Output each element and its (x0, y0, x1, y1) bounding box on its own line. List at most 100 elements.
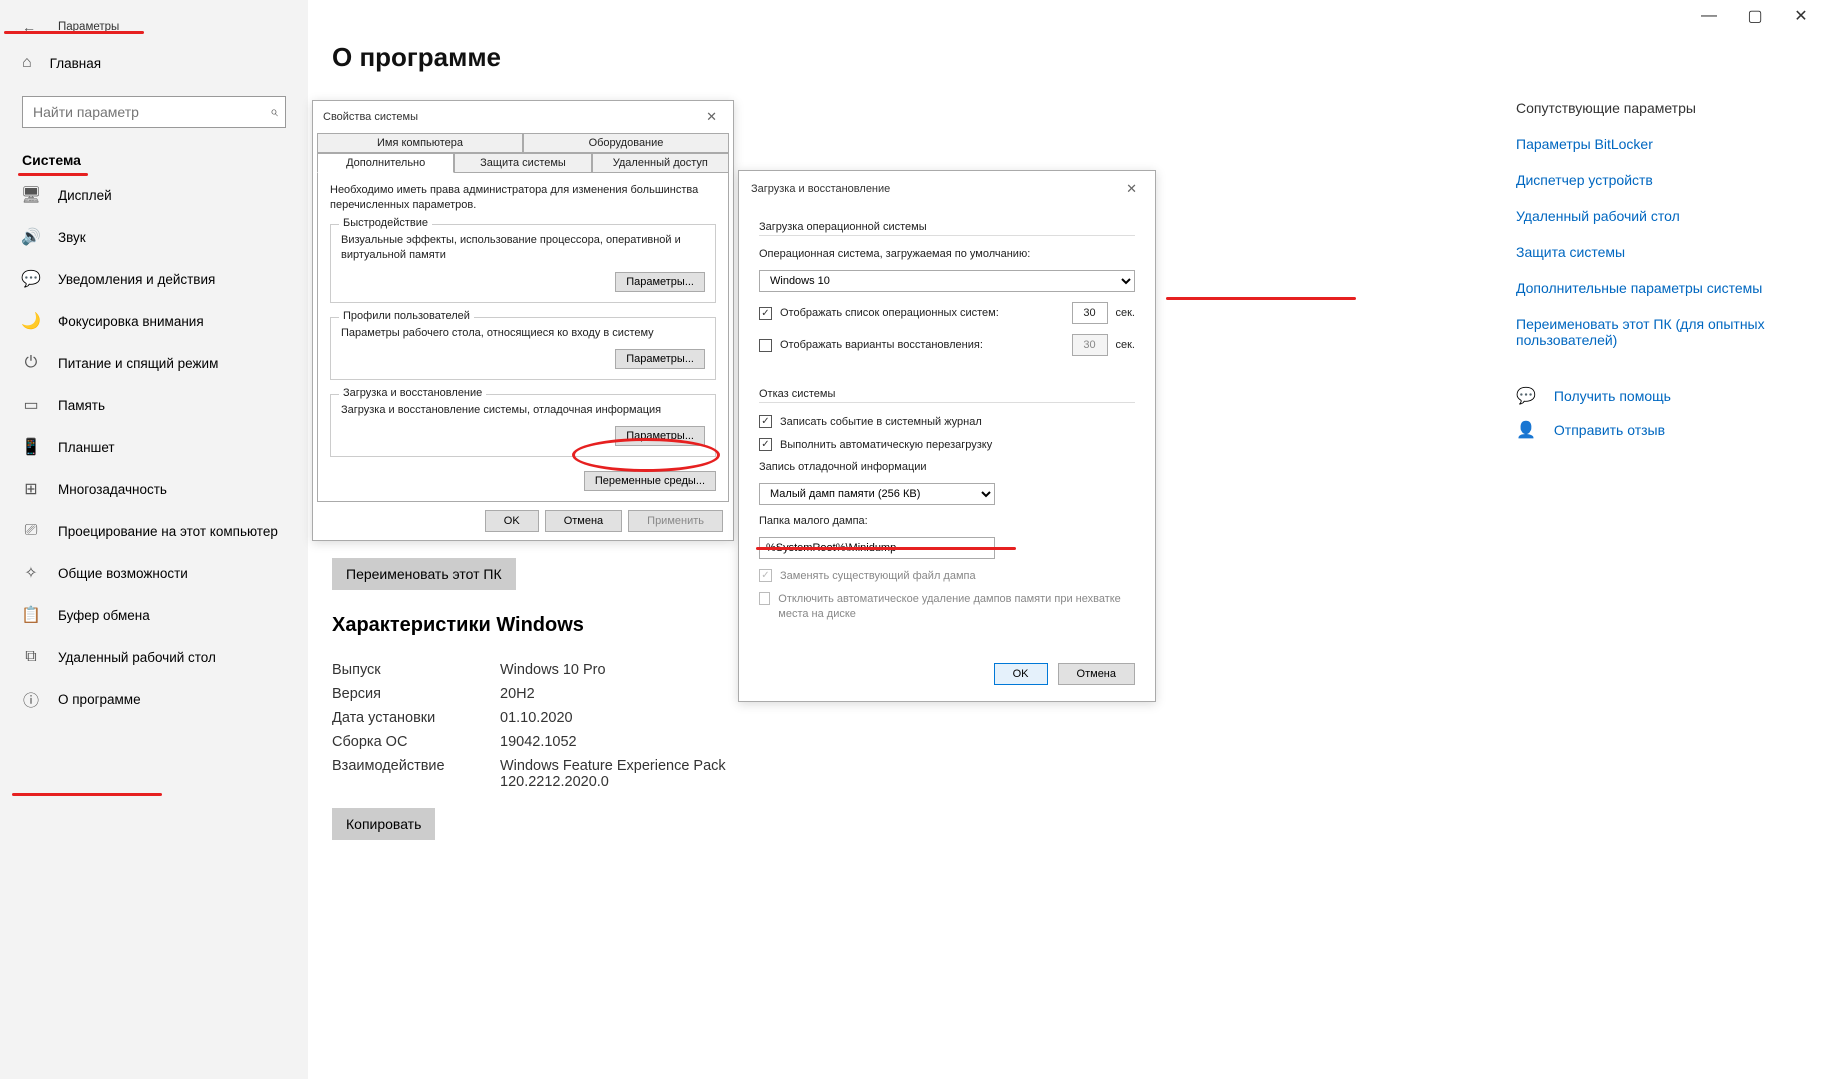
feedback-link[interactable]: 👤Отправить отзыв (1516, 420, 1766, 440)
specs-value: Windows Feature Experience Pack 120.2212… (500, 758, 760, 790)
related-link-5[interactable]: Переименовать этот ПК (для опытных польз… (1516, 316, 1766, 348)
sysprop-close-icon[interactable]: ✕ (700, 107, 723, 127)
disable-auto-delete-checkbox (759, 592, 770, 605)
show-os-list-checkbox[interactable]: ✓ (759, 307, 772, 320)
sidebar-item-12[interactable]: ⓘО программе (0, 678, 308, 720)
related-title: Сопутствующие параметры (1516, 100, 1766, 116)
sidebar-item-8[interactable]: ⎚Проецирование на этот компьютер (0, 510, 308, 552)
get-help-link[interactable]: 💬Получить помощь (1516, 386, 1766, 406)
sidebar-item-label: Буфер обмена (58, 608, 150, 623)
annotation-underline-system (18, 173, 88, 176)
sidebar-icon: ⧉ (22, 648, 40, 666)
boot-ok-button[interactable]: OK (994, 663, 1048, 685)
env-vars-button[interactable]: Переменные среды... (584, 471, 716, 491)
sysprop-titlebar[interactable]: Свойства системы ✕ (313, 101, 733, 133)
boot-section1: Загрузка операционной системы (759, 221, 1135, 236)
boot-recovery-dialog: Загрузка и восстановление ✕ Загрузка опе… (738, 170, 1156, 702)
dump-folder-label: Папка малого дампа: (759, 515, 1135, 527)
specs-row: Сборка ОС19042.1052 (332, 730, 760, 754)
performance-settings-button[interactable]: Параметры... (615, 272, 705, 292)
sidebar-item-10[interactable]: 📋Буфер обмена (0, 594, 308, 636)
system-properties-dialog: Свойства системы ✕ Имя компьютера Оборуд… (312, 100, 734, 541)
annotation-underline-dump-select (756, 547, 1016, 550)
help-icon: 💬 (1516, 386, 1536, 406)
startup-recovery-settings-button[interactable]: Параметры... (615, 426, 705, 446)
related-link-0[interactable]: Параметры BitLocker (1516, 136, 1766, 152)
sidebar-section: Система (0, 142, 308, 174)
sidebar-icon: 📱 (22, 438, 40, 456)
specs-value: Windows 10 Pro (500, 662, 606, 678)
sysprop-apply-button[interactable]: Применить (628, 510, 723, 532)
page-title: О программе (332, 42, 1800, 73)
rename-pc-button[interactable]: Переименовать этот ПК (332, 558, 516, 590)
sidebar-item-5[interactable]: ▭Память (0, 384, 308, 426)
tab-remote[interactable]: Удаленный доступ (592, 153, 729, 173)
sidebar-item-label: Общие возможности (58, 566, 188, 581)
boot-section2: Отказ системы (759, 388, 1135, 403)
auto-restart-checkbox[interactable]: ✓ (759, 438, 772, 451)
sidebar-item-4[interactable]: ⏻Питание и спящий режим (0, 342, 308, 384)
sidebar-item-6[interactable]: 📱 Планшет (0, 426, 308, 468)
sidebar-item-7[interactable]: ⊞Многозадачность (0, 468, 308, 510)
sidebar-item-label: Планшет (58, 440, 115, 455)
specs-heading: Характеристики Windows (332, 614, 584, 637)
sidebar-icon: ⏻ (22, 354, 40, 372)
debug-info-select[interactable]: Малый дамп памяти (256 КВ) (759, 483, 995, 505)
sidebar-item-3[interactable]: 🌙Фокусировка внимания (0, 300, 308, 342)
sidebar-item-9[interactable]: ✧ Общие возможности (0, 552, 308, 594)
related-link-3[interactable]: Защита системы (1516, 244, 1766, 260)
specs-table: ВыпускWindows 10 ProВерсия20H2Дата устан… (332, 658, 760, 794)
sidebar-home[interactable]: ⌂ Главная (0, 36, 308, 86)
boot-footer: OK Отмена (739, 647, 1155, 701)
copy-button[interactable]: Копировать (332, 808, 435, 840)
related-link-1[interactable]: Диспетчер устройств (1516, 172, 1766, 188)
boot-close-icon[interactable]: ✕ (1120, 179, 1143, 199)
sidebar-item-label: Фокусировка внимания (58, 314, 204, 329)
specs-key: Дата установки (332, 710, 500, 726)
show-recovery-checkbox[interactable] (759, 339, 772, 352)
sidebar-item-label: Звук (58, 230, 86, 245)
default-os-select[interactable]: Windows 10 (759, 270, 1135, 292)
tab-advanced[interactable]: Дополнительно (317, 153, 454, 173)
startup-recovery-fieldset: Загрузка и восстановление Загрузка и вос… (330, 394, 716, 457)
user-profiles-fieldset: Профили пользователей Параметры рабочего… (330, 317, 716, 380)
sysprop-tabs-row2: Дополнительно Защита системы Удаленный д… (317, 153, 729, 173)
annotation-underline-settings (4, 31, 144, 34)
tab-system-protection[interactable]: Защита системы (454, 153, 591, 173)
sysprop-body: Необходимо иметь права администратора дл… (317, 173, 729, 502)
specs-row: ВыпускWindows 10 Pro (332, 658, 760, 682)
sidebar-icon: ✧ (22, 564, 40, 582)
specs-row: ВзаимодействиеWindows Feature Experience… (332, 754, 760, 794)
specs-value: 19042.1052 (500, 734, 577, 750)
annotation-underline-adv-params (1166, 297, 1356, 300)
boot-titlebar[interactable]: Загрузка и восстановление ✕ (739, 171, 1155, 207)
specs-row: Дата установки01.10.2020 (332, 706, 760, 730)
sysprop-ok-button[interactable]: OK (485, 510, 539, 532)
debug-info-label: Запись отладочной информации (759, 461, 1135, 473)
boot-cancel-button[interactable]: Отмена (1058, 663, 1135, 685)
tab-hardware[interactable]: Оборудование (523, 133, 729, 153)
tab-computer-name[interactable]: Имя компьютера (317, 133, 523, 153)
sidebar-item-2[interactable]: 💬Уведомления и действия (0, 258, 308, 300)
sidebar-icon: 🔊 (22, 228, 40, 246)
search-input[interactable] (22, 96, 286, 128)
sysprop-cancel-button[interactable]: Отмена (545, 510, 622, 532)
os-list-timeout-spinner[interactable]: 30 (1072, 302, 1108, 324)
feedback-icon: 👤 (1516, 420, 1536, 440)
sidebar: ← Параметры ⌂ Главная ⌕ Система 🖥Дисплей… (0, 0, 308, 1079)
sidebar-search: ⌕ (22, 96, 286, 128)
sidebar-item-label: Многозадачность (58, 482, 167, 497)
write-event-checkbox[interactable]: ✓ (759, 415, 772, 428)
sidebar-item-1[interactable]: 🔊 Звук (0, 216, 308, 258)
user-profiles-settings-button[interactable]: Параметры... (615, 349, 705, 369)
related-link-2[interactable]: Удаленный рабочий стол (1516, 208, 1766, 224)
sidebar-item-11[interactable]: ⧉Удаленный рабочий стол (0, 636, 308, 678)
specs-key: Сборка ОС (332, 734, 500, 750)
sidebar-item-0[interactable]: 🖥Дисплей (0, 174, 308, 216)
related-link-4[interactable]: Дополнительные параметры системы (1516, 280, 1766, 296)
sidebar-item-label: Проецирование на этот компьютер (58, 524, 278, 539)
specs-key: Выпуск (332, 662, 500, 678)
related-panel: Сопутствующие параметры Параметры BitLoc… (1516, 100, 1766, 454)
home-icon: ⌂ (22, 54, 32, 72)
sidebar-icon: 🖥 (22, 186, 40, 204)
